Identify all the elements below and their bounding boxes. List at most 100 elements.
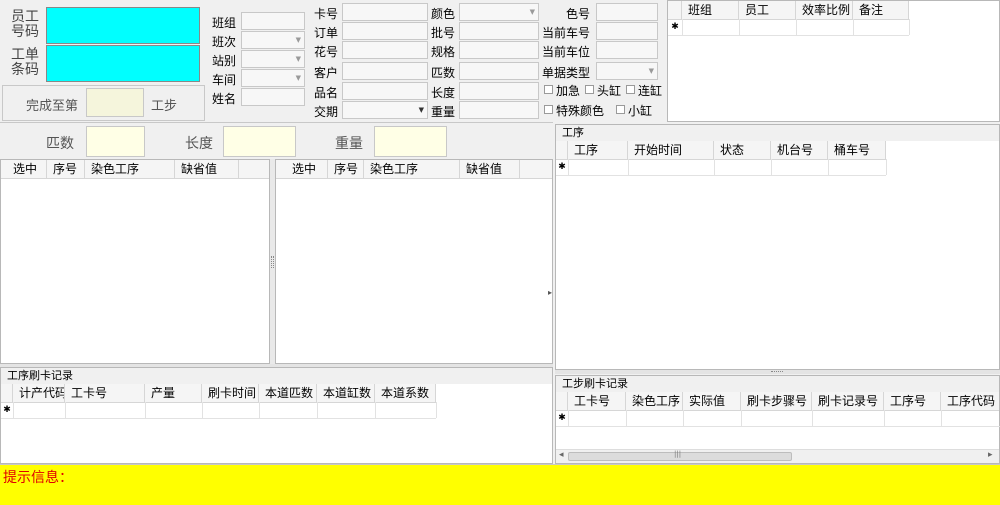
color-no-input[interactable] <box>596 3 658 21</box>
proc-col-machine[interactable]: 机台号 <box>771 141 828 159</box>
small-vat-checkbox[interactable] <box>616 105 625 114</box>
first-vat-checkbox[interactable] <box>585 85 594 94</box>
scroll-right-icon[interactable]: ▸ <box>988 450 993 460</box>
grid-cell[interactable] <box>828 159 887 175</box>
grid-cell[interactable] <box>568 159 629 175</box>
cur-car-no-input[interactable] <box>596 22 658 40</box>
grid-cell[interactable] <box>259 402 318 418</box>
done-step-input[interactable] <box>86 88 144 117</box>
proc-col-start-time[interactable]: 开始时间 <box>628 141 714 159</box>
swipe-col-pieces[interactable]: 本道匹数 <box>259 384 317 402</box>
shift-select[interactable]: ▼ <box>241 31 305 49</box>
employee-no-input[interactable] <box>46 7 200 44</box>
urgent-checkbox[interactable] <box>544 85 553 94</box>
step-col-process-no[interactable]: 工序号 <box>884 392 941 410</box>
pattern-input[interactable] <box>342 41 428 59</box>
col-select[interactable]: 选中 <box>7 160 47 178</box>
total-weight-input[interactable] <box>374 126 447 157</box>
step-col-step-no[interactable]: 刷卡步骤号 <box>741 392 812 410</box>
urgent-label: 加急 <box>556 84 581 98</box>
col-select[interactable]: 选中 <box>286 160 328 178</box>
scroll-left-icon[interactable]: ◂ <box>559 450 564 460</box>
step-swipe-new-row[interactable]: ✱ <box>556 410 1000 427</box>
staff-col-efficiency[interactable]: 效率比例 <box>796 1 853 19</box>
grid-cell[interactable] <box>741 410 813 426</box>
swipe-col-prod-code[interactable]: 计产代码 <box>13 384 65 402</box>
staff-col-team[interactable]: 班组 <box>682 1 739 19</box>
col-seq[interactable]: 序号 <box>328 160 364 178</box>
job-barcode-input[interactable] <box>46 45 200 82</box>
step-col-actual[interactable]: 实际值 <box>683 392 741 410</box>
grid-cell[interactable] <box>682 19 740 35</box>
col-dye-process[interactable]: 染色工序 <box>364 160 460 178</box>
grid-cell[interactable] <box>145 402 203 418</box>
length-input[interactable] <box>459 82 539 100</box>
swipe-col-time[interactable]: 刷卡时间 <box>202 384 259 402</box>
horizontal-scrollbar[interactable]: ◂ ||| ▸ <box>556 449 999 463</box>
col-default[interactable]: 缺省值 <box>460 160 520 178</box>
grid-cell[interactable] <box>853 19 910 35</box>
station-select[interactable]: ▼ <box>241 50 305 68</box>
proc-col-status[interactable]: 状态 <box>714 141 771 159</box>
grid-cell[interactable] <box>796 19 854 35</box>
doc-type-select[interactable]: ▼ <box>596 62 658 80</box>
grid-cell[interactable] <box>628 159 715 175</box>
done-to-label: 完成至第 <box>26 99 79 114</box>
staff-col-employee[interactable]: 员工 <box>739 1 796 19</box>
step-col-record-no[interactable]: 刷卡记录号 <box>812 392 884 410</box>
grid-cell[interactable] <box>375 402 437 418</box>
grid-cell[interactable] <box>626 410 684 426</box>
collapse-arrow-icon[interactable]: ▸ <box>548 288 552 297</box>
name-input[interactable] <box>241 88 305 106</box>
staff-new-row[interactable]: ✱ <box>668 19 910 36</box>
workshop-select[interactable]: ▼ <box>241 69 305 87</box>
batch-input[interactable] <box>459 22 539 40</box>
order-input[interactable] <box>342 22 428 40</box>
grid-cell[interactable] <box>884 410 942 426</box>
cont-vat-checkbox[interactable] <box>626 85 635 94</box>
col-seq[interactable]: 序号 <box>47 160 85 178</box>
grid-cell[interactable] <box>13 402 66 418</box>
staff-grid[interactable]: 班组 员工 效率比例 备注 ✱ <box>667 0 1000 122</box>
total-length-input[interactable] <box>223 126 296 157</box>
staff-col-remark[interactable]: 备注 <box>853 1 909 19</box>
horizontal-splitter[interactable] <box>555 370 1000 374</box>
special-color-checkbox[interactable] <box>544 105 553 114</box>
swipe-col-card-no[interactable]: 工卡号 <box>65 384 145 402</box>
grid-cell[interactable] <box>771 159 829 175</box>
grid-cell[interactable] <box>202 402 260 418</box>
weight-input[interactable] <box>459 101 539 119</box>
delivery-select[interactable]: ▼ <box>342 101 428 119</box>
grid-cell[interactable] <box>739 19 797 35</box>
grid-cell[interactable] <box>812 410 885 426</box>
grid-cell[interactable] <box>714 159 772 175</box>
col-default[interactable]: 缺省值 <box>175 160 239 178</box>
step-col-dye-process[interactable]: 染色工序 <box>626 392 683 410</box>
swipe-col-output[interactable]: 产量 <box>145 384 202 402</box>
col-dye-process[interactable]: 染色工序 <box>85 160 175 178</box>
mid-dye-grid[interactable]: 选中 序号 染色工序 缺省值 <box>275 159 553 364</box>
product-input[interactable] <box>342 82 428 100</box>
grid-cell[interactable] <box>683 410 742 426</box>
team-input[interactable] <box>241 12 305 30</box>
cur-car-pos-input[interactable] <box>596 41 658 59</box>
proc-col-cart[interactable]: 桶车号 <box>828 141 886 159</box>
card-no-input[interactable] <box>342 3 428 21</box>
grid-cell[interactable] <box>65 402 146 418</box>
customer-input[interactable] <box>342 62 428 80</box>
color-select[interactable]: ▼ <box>459 3 539 21</box>
scrollbar-thumb[interactable]: ||| <box>568 450 792 461</box>
grid-cell[interactable] <box>568 410 627 426</box>
swipe-col-coef[interactable]: 本道系数 <box>375 384 436 402</box>
process-new-row[interactable]: ✱ <box>556 159 887 176</box>
spec-input[interactable] <box>459 41 539 59</box>
left-dye-grid[interactable]: 选中 序号 染色工序 缺省值 <box>0 159 270 364</box>
swipe-col-vats[interactable]: 本道缸数 <box>317 384 375 402</box>
step-col-process-code[interactable]: 工序代码 <box>941 392 1000 410</box>
pieces-input[interactable] <box>459 62 539 80</box>
grid-cell[interactable] <box>317 402 376 418</box>
proc-col-process[interactable]: 工序 <box>568 141 628 159</box>
total-pieces-input[interactable] <box>86 126 145 157</box>
proc-swipe-new-row[interactable]: ✱ <box>1 402 437 419</box>
step-col-card-no[interactable]: 工卡号 <box>568 392 626 410</box>
